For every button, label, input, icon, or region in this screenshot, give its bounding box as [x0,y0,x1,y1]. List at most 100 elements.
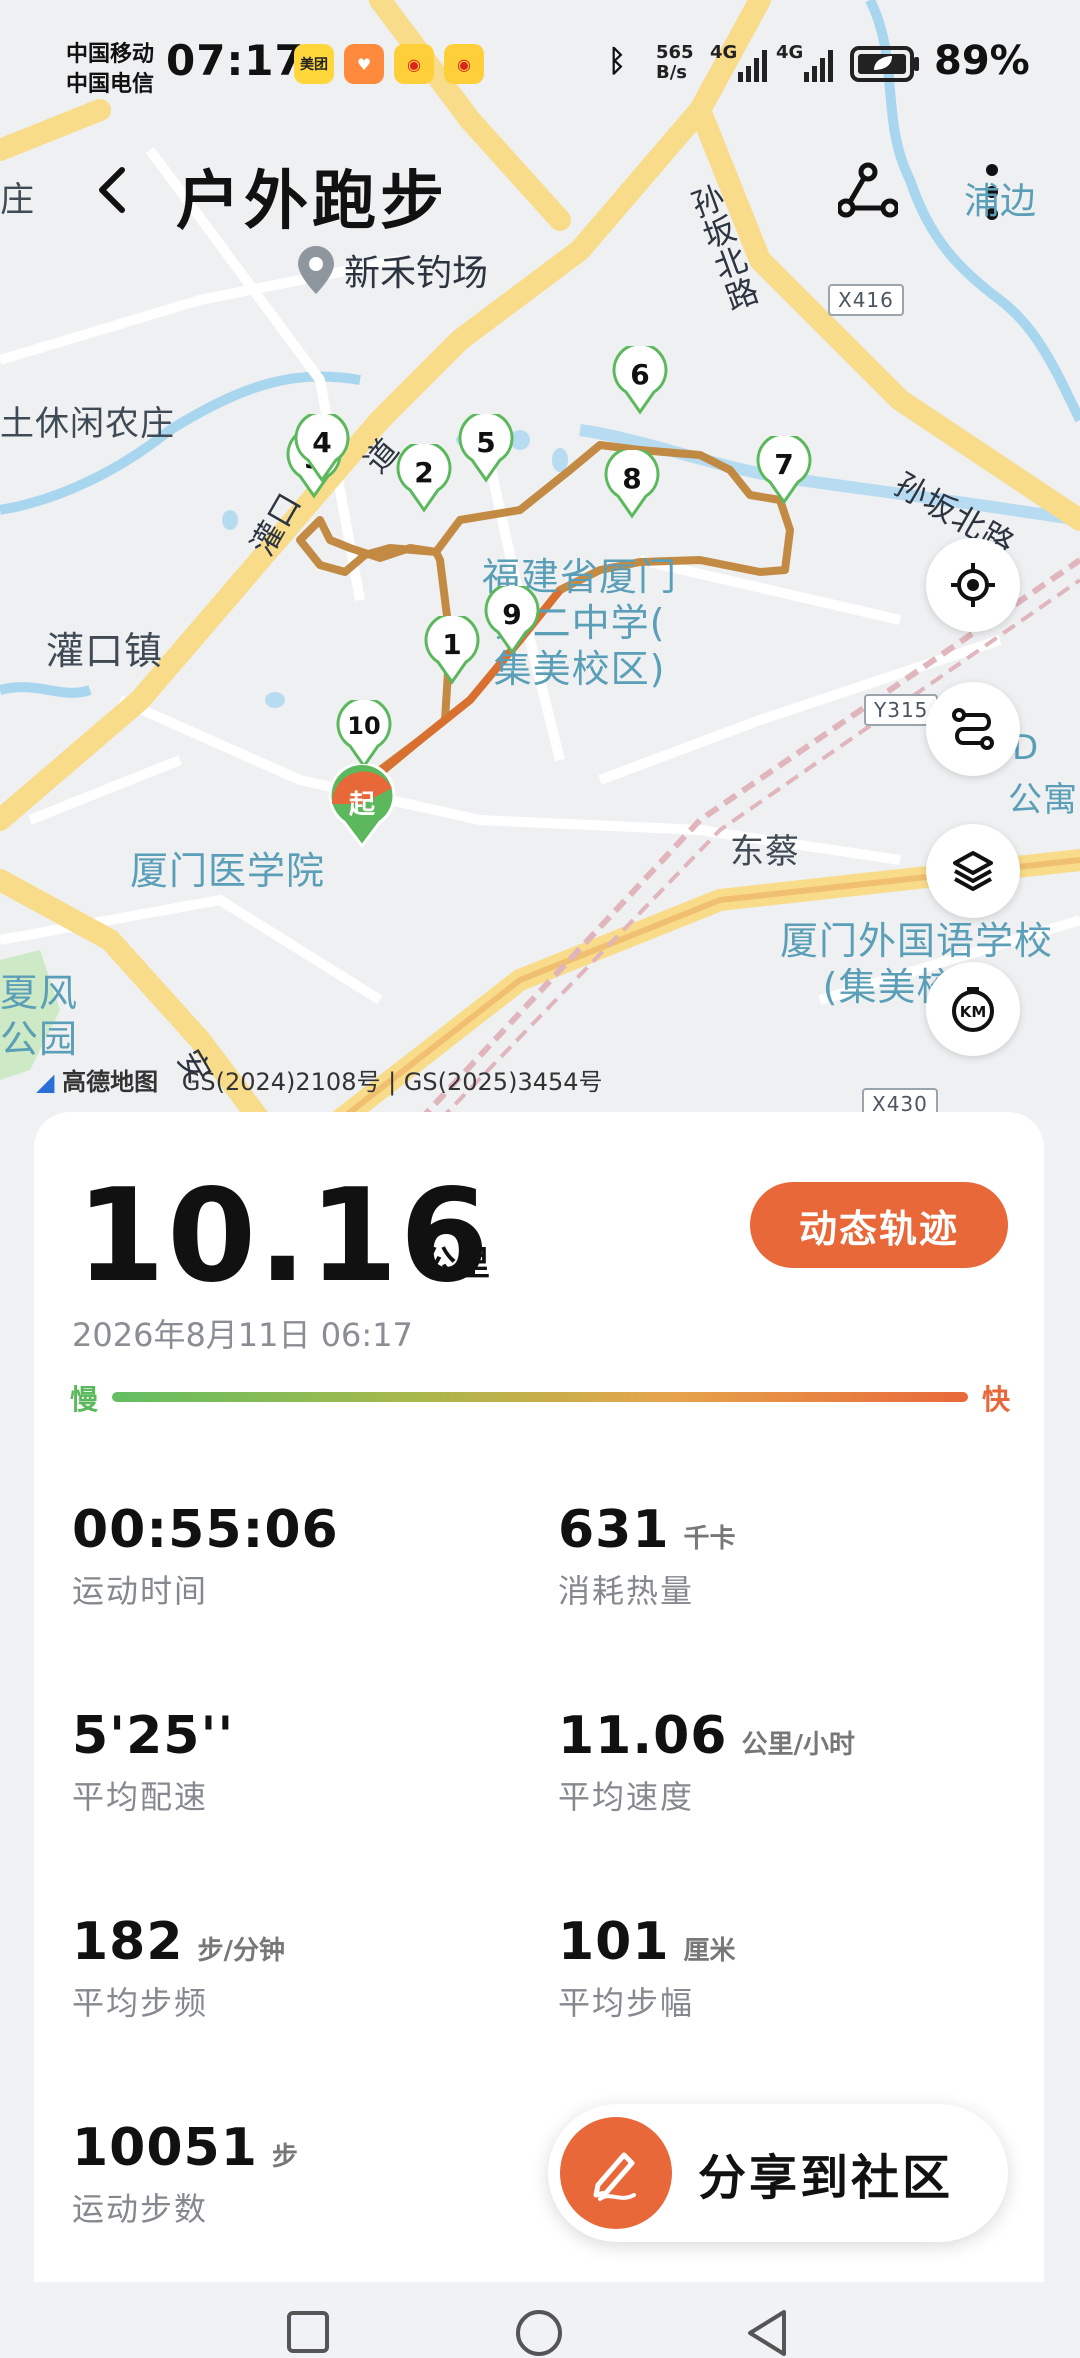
km-marker-6[interactable]: 6 [612,346,668,416]
stat-unit: 千卡 [683,1524,736,1554]
net-speed-value: 565 [656,42,694,63]
stat-label: 运动时间 [72,1572,209,1610]
share-button-label: 分享到社区 [698,2150,954,2206]
km-marker-icon: KM [952,987,994,1032]
km-marker-label: 7 [774,448,794,481]
map-label-dongcai: 东蔡 [730,832,800,872]
net-speed-unit: B/s [656,62,688,83]
km-marker-9[interactable]: 9 [484,586,540,656]
home-icon[interactable] [514,2308,564,2358]
weibo-icon-2: ◉ [444,44,484,84]
map-label-village: 土休闲农庄 [0,404,175,444]
dynamic-track-button[interactable]: 动态轨迹 [750,1182,1008,1268]
stat-label: 平均配速 [72,1778,209,1816]
amap-logo-icon: ◢ [36,1068,55,1096]
back-nav-icon[interactable] [744,2308,790,2358]
pace-slow-label: 慢 [70,1383,99,1416]
stat-label: 平均步频 [72,1984,209,2022]
stat-calories: 631 千卡 消耗热量 [558,1500,736,1612]
route-toggle-icon [952,708,994,750]
stat-unit: 步 [271,2142,298,2172]
stat-label: 消耗热量 [558,1572,695,1610]
battery-icon [850,46,919,82]
location-pin-icon [298,246,334,294]
km-marker-5[interactable]: 5 [458,414,514,484]
bluetooth-icon: ᛒ [608,44,626,79]
map-label-park: 夏风 公园 [0,970,78,1062]
pace-fast-label: 快 [982,1383,1011,1416]
stat-label: 平均速度 [558,1778,695,1816]
signal-bars-2-icon [804,50,833,82]
map-label-corner: 浦边 [964,181,1037,222]
system-nav-bar [0,2282,1080,2358]
park-line-1: 夏风 [0,971,79,1015]
map-label-left-edge: 庄 [0,180,35,220]
page-title: 户外跑步 [176,165,448,239]
stat-cadence: 182 步/分钟 平均步频 [72,1912,285,2024]
stat-stride: 101 厘米 平均步幅 [558,1912,736,2024]
back-arrow-icon[interactable] [82,160,142,220]
recents-icon[interactable] [286,2310,330,2354]
start-marker-label: 起 [348,790,375,820]
km-toggle-button[interactable]: KM [926,962,1020,1056]
status-bar: 中国移动 中国电信 07:17 美团 ♥ ◉ ◉ ᛒ 565 B/s 4G 4G… [0,0,1080,130]
carrier-2: 中国电信 [66,72,155,97]
stat-label: 平均步幅 [558,1984,695,2022]
route-map[interactable]: 庄 土休闲农庄 灌口镇 福建省厦门 第二中学( 集美校区) 厦门医学院 东蔡 厦… [0,0,1080,1120]
km-marker-1[interactable]: 1 [424,616,480,686]
km-marker-8[interactable]: 8 [604,450,660,520]
stat-unit: 步/分钟 [197,1936,286,1966]
stat-duration: 00:55:06 运动时间 [72,1500,353,1612]
km-marker-label: 10 [347,712,381,740]
km-marker-label: 1 [442,628,462,661]
map-label-town: 灌口镇 [46,629,164,673]
location-tag[interactable]: 新禾钓场 [296,244,488,296]
pen-button-circle [560,2117,672,2229]
pace-gradient-bar [112,1392,968,1402]
location-name: 新禾钓场 [344,253,489,294]
km-marker-label: 8 [622,462,642,495]
share-to-community-button[interactable]: 分享到社区 [548,2104,1008,2242]
map-credit-text: GS(2024)2108号 | GS(2025)3454号 [181,1068,603,1096]
park-line-2: 公园 [0,1017,79,1061]
km-marker-label: 2 [414,456,434,489]
map-tag-x416: X416 [828,284,904,316]
workout-datetime: 2026年8月11日 06:17 [72,1316,413,1354]
km-marker-label: 6 [630,358,650,391]
heart-app-icon: ♥ [344,44,384,84]
km-marker-7[interactable]: 7 [756,436,812,506]
stat-value: 182 [72,1912,184,1972]
svg-text:KM: KM [960,1003,987,1021]
map-label-medical: 厦门医学院 [130,849,326,893]
stat-label: 运动步数 [72,2190,209,2228]
signal-bars-1-icon [738,50,767,82]
stat-avg-speed: 11.06 公里/小时 平均速度 [558,1706,855,1818]
map-label-right-edge-2: 公寓 [1008,780,1078,820]
route-share-icon[interactable] [838,162,898,222]
start-marker[interactable]: 起 [326,764,398,850]
km-marker-label: 5 [476,426,496,459]
battery-percent: 89% [934,38,1030,84]
stat-value: 10051 [72,2118,258,2178]
locate-button[interactable] [926,538,1020,632]
km-marker-10[interactable]: 10 [336,700,392,770]
foreign-line-1: 厦门外国语学校 [780,919,1054,963]
km-marker-2[interactable]: 2 [396,444,452,514]
stat-value: 5'25'' [72,1706,235,1766]
stat-unit: 厘米 [683,1936,736,1966]
clock: 07:17 [166,36,305,85]
route-toggle-button[interactable] [926,682,1020,776]
pen-icon [593,2152,636,2201]
km-marker-label: 9 [502,598,522,631]
meituan-icon: 美团 [294,44,334,84]
stat-avg-pace: 5'25'' 平均配速 [72,1706,248,1818]
layers-icon [953,851,993,891]
locate-icon [951,563,995,607]
stat-steps: 10051 步 运动步数 [72,2118,298,2230]
layers-button[interactable] [926,824,1020,918]
stat-value: 11.06 [558,1706,728,1766]
stat-unit: 公里/小时 [741,1730,855,1760]
km-marker-4[interactable]: 4 [294,414,350,484]
carrier-1: 中国移动 [66,42,155,67]
map-credit: ◢ 高德地图 GS(2024)2108号 | GS(2025)3454号 [36,1062,603,1097]
